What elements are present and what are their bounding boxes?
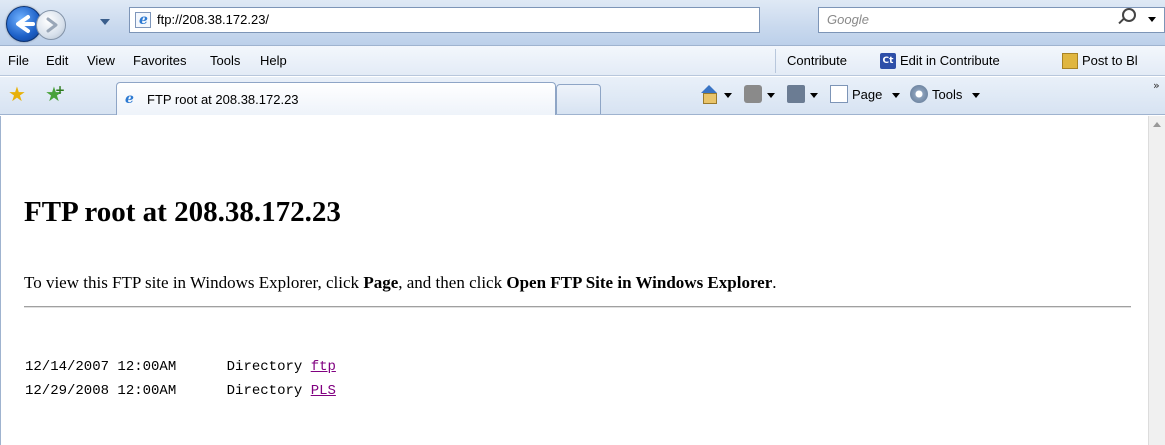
directory-link-pls[interactable]: PLS [311,383,336,399]
home-dropdown-icon[interactable] [724,93,732,98]
feeds-icon[interactable] [744,85,762,103]
print-icon[interactable] [787,85,805,103]
tab-label: FTP root at 208.38.172.23 [147,92,299,107]
directory-link-ftp[interactable]: ftp [311,359,336,375]
instructions-end: . [772,273,777,292]
edit-in-contribute-button[interactable]: Edit in Contribute [900,53,1000,68]
recent-pages-dropdown[interactable] [100,19,110,25]
address-field[interactable]: e ftp://208.38.172.23/ ⇆ × [129,7,891,38]
menu-file[interactable]: File [8,53,29,68]
address-text[interactable]: ftp://208.38.172.23/ [157,12,269,27]
toolbar-overflow-icon[interactable]: » [1153,79,1160,92]
menu-tools[interactable]: Tools [210,53,240,68]
menu-help[interactable]: Help [260,53,287,68]
page-favicon-icon: e [135,12,151,28]
instructions-text: To view this FTP site in Windows Explore… [24,273,777,293]
menu-separator [775,49,776,73]
tab-toolbar: ★ ★ e FTP root at 208.38.172.23 Page Too… [0,77,1165,115]
contribute-button[interactable]: Contribute [787,53,847,68]
entry-type: Directory [226,383,303,399]
address-toolbar: e ftp://208.38.172.23/ ⇆ × Google [0,0,1165,46]
page-content: FTP root at 208.38.172.23 To view this F… [0,116,1148,445]
instructions-lead: To view this FTP site in Windows Explore… [24,273,364,292]
page-dropdown-icon[interactable] [892,93,900,98]
search-field[interactable]: Google [818,7,1165,33]
page-menu-button[interactable]: Page [852,87,882,102]
feeds-dropdown-icon[interactable] [767,93,775,98]
search-options-dropdown-icon[interactable] [1148,17,1156,22]
page-menu-icon[interactable] [830,85,848,103]
print-dropdown-icon[interactable] [810,93,818,98]
menu-view[interactable]: View [87,53,115,68]
home-icon[interactable] [700,85,718,104]
tools-gear-icon[interactable] [910,85,928,103]
entry-date: 12/29/2008 12:00AM [25,383,177,399]
blog-post-icon [1062,53,1078,69]
search-icon[interactable] [1122,8,1136,22]
entry-date: 12/14/2007 12:00AM [25,359,177,375]
forward-arrow-icon [46,17,58,33]
tools-menu-button[interactable]: Tools [932,87,962,102]
favorites-star-icon[interactable]: ★ [8,84,26,104]
instructions-page-word: Page [363,273,399,292]
scroll-up-arrow-icon[interactable] [1153,122,1161,127]
menu-edit[interactable]: Edit [46,53,68,68]
divider [24,306,1131,308]
post-to-blog-button[interactable]: Post to Bl [1082,53,1138,68]
list-item: 12/29/2008 12:00AM Directory PLS [25,383,336,399]
entry-type: Directory [226,359,303,375]
forward-button[interactable] [36,10,66,40]
add-favorites-icon[interactable]: ★ [45,80,65,104]
search-placeholder[interactable]: Google [827,12,869,27]
tools-dropdown-icon[interactable] [972,93,980,98]
ie-page-icon: e [125,91,134,107]
new-tab-button[interactable] [556,84,601,114]
contribute-logo-icon: Ct [880,53,896,69]
instructions-middle: , and then click [398,273,507,292]
instructions-open-phrase: Open FTP Site in Windows Explorer [506,273,773,292]
menu-favorites[interactable]: Favorites [133,53,186,68]
tab-ftp-root[interactable]: e FTP root at 208.38.172.23 [116,82,556,115]
page-title: FTP root at 208.38.172.23 [24,196,341,228]
menu-bar: File Edit View Favorites Tools Help Cont… [0,46,1165,76]
list-item: 12/14/2007 12:00AM Directory ftp [25,359,336,375]
vertical-scrollbar[interactable] [1148,116,1165,445]
